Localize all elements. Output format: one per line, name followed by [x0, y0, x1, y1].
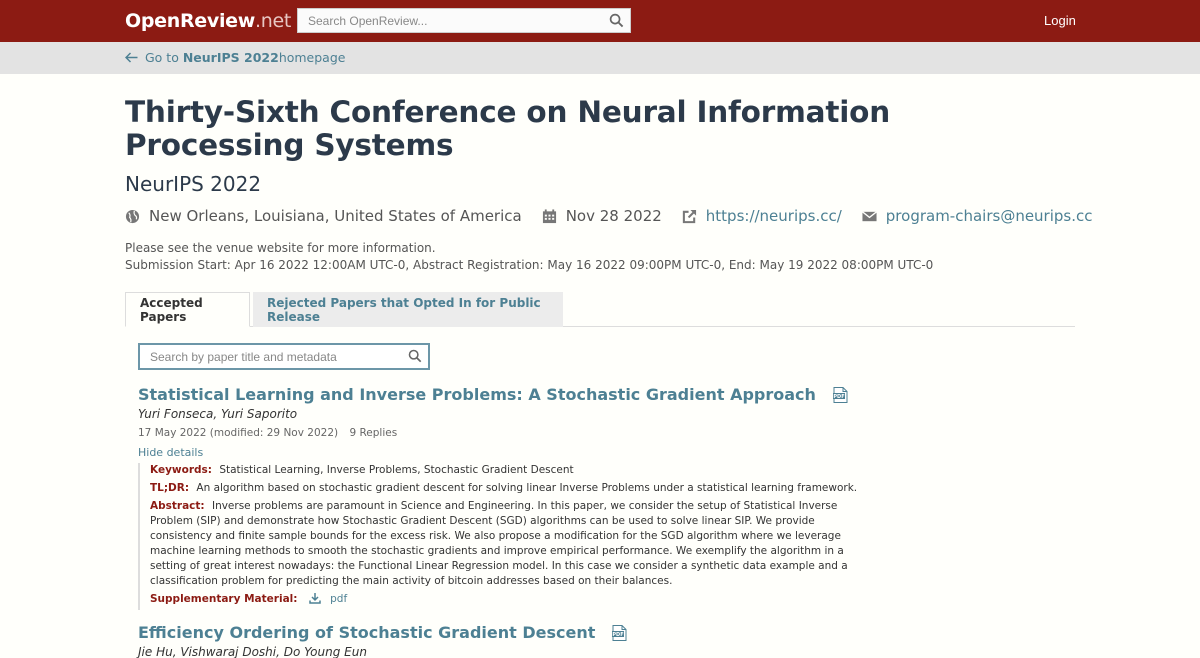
location-text: New Orleans, Louisiana, United States of… [149, 207, 522, 225]
venue-breadcrumb-bar: Go to NeurIPS 2022 homepage [0, 42, 1200, 74]
hide-details-link[interactable]: Hide details [138, 446, 203, 459]
venue-date: Nov 28 2022 [542, 207, 662, 225]
tab-accepted-papers[interactable]: Accepted Papers [125, 292, 250, 327]
arrow-left-icon [125, 52, 138, 63]
top-navbar: OpenReview.net Login [0, 0, 1200, 42]
tab-rejected-papers[interactable]: Rejected Papers that Opted In for Public… [253, 292, 563, 327]
venue-dates-line: Submission Start: Apr 16 2022 12:00AM UT… [125, 258, 934, 272]
paper-title: Efficiency Ordering of Stochastic Gradie… [138, 623, 627, 642]
login-link[interactable]: Login [1044, 13, 1076, 28]
global-search-input[interactable] [298, 9, 588, 32]
external-link-icon [682, 209, 696, 223]
venue-website: https://neurips.cc/ [682, 207, 842, 225]
back-prefix: Go to [145, 50, 179, 65]
keywords-value: Statistical Learning, Inverse Problems, … [219, 464, 574, 476]
paper-search-input[interactable] [140, 345, 390, 368]
back-to-homepage-link[interactable]: Go to NeurIPS 2022 homepage [125, 50, 345, 65]
abstract-field: Abstract: Inverse problems are paramount… [150, 499, 858, 589]
paper-details: Keywords: Statistical Learning, Inverse … [138, 463, 858, 610]
paper-title-link[interactable]: Efficiency Ordering of Stochastic Gradie… [138, 623, 595, 642]
tldr-field: TL;DR: An algorithm based on stochastic … [150, 481, 858, 496]
envelope-icon [861, 210, 877, 221]
venue-subtitle: NeurIPS 2022 [125, 172, 262, 196]
venue-contact: program-chairs@neurips.cc [861, 207, 1093, 225]
tldr-value: An algorithm based on stochastic gradien… [196, 482, 858, 494]
search-icon[interactable] [408, 349, 422, 363]
venue-info-line: Please see the venue website for more in… [125, 241, 436, 255]
keywords-label: Keywords: [150, 464, 212, 476]
paper-date-text: 17 May 2022 (modified: 29 Nov 2022) [138, 427, 339, 439]
abstract-label: Abstract: [150, 500, 205, 512]
calendar-icon [542, 208, 556, 223]
abstract-value: Inverse problems are paramount in Scienc… [150, 500, 848, 587]
back-suffix: homepage [278, 50, 346, 65]
paper-authors[interactable]: Jie Hu, Vishwaraj Doshi, Do Young Eun [138, 645, 367, 658]
back-venue: NeurIPS 2022 [182, 50, 279, 65]
global-search-box [297, 8, 631, 33]
date-text: Nov 28 2022 [565, 207, 662, 225]
supplementary-pdf-link[interactable]: pdf [330, 593, 347, 605]
tldr-label: TL;DR: [150, 482, 190, 494]
paper-search-box [138, 343, 430, 370]
pdf-icon[interactable]: PDF [832, 386, 848, 403]
svg-text:PDF: PDF [613, 631, 624, 637]
paper-dates: 17 May 2022 (modified: 29 Nov 2022) 9 Re… [138, 427, 397, 439]
keywords-field: Keywords: Statistical Learning, Inverse … [150, 463, 858, 478]
supplementary-label: Supplementary Material: [150, 593, 298, 605]
venue-location: New Orleans, Louisiana, United States of… [125, 207, 522, 225]
svg-text:PDF: PDF [833, 393, 844, 399]
supplementary-field: Supplementary Material: pdf [150, 592, 858, 607]
paper-replies: 9 Replies [349, 427, 398, 439]
paper-authors[interactable]: Yuri Fonseca, Yuri Saporito [138, 407, 297, 421]
paper-tabs: Accepted Papers Rejected Papers that Opt… [125, 292, 1075, 327]
globe-icon [125, 209, 140, 223]
venue-title: Thirty-Sixth Conference on Neural Inform… [125, 95, 891, 162]
logo-main: OpenReview [125, 10, 256, 32]
paper-title-link[interactable]: Statistical Learning and Inverse Problem… [138, 385, 816, 404]
venue-info: Please see the venue website for more in… [125, 240, 933, 274]
website-link[interactable]: https://neurips.cc/ [706, 207, 842, 225]
paper-title: Statistical Learning and Inverse Problem… [138, 385, 848, 404]
pdf-icon[interactable]: PDF [612, 624, 627, 641]
search-icon[interactable] [609, 13, 624, 28]
openreview-logo[interactable]: OpenReview.net [125, 10, 291, 32]
download-icon [309, 593, 321, 604]
logo-suffix: .net [255, 10, 292, 32]
venue-meta: New Orleans, Louisiana, United States of… [125, 206, 1113, 226]
contact-email-link[interactable]: program-chairs@neurips.cc [886, 207, 1093, 225]
